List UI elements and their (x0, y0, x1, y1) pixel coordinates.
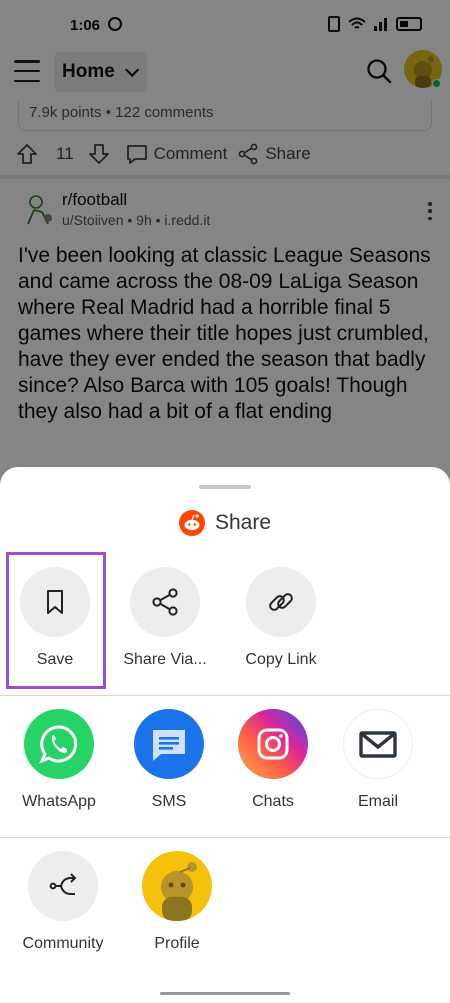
whatsapp-icon (39, 725, 78, 764)
community-circle[interactable] (28, 851, 98, 921)
sms-circle[interactable] (134, 709, 204, 779)
share-via-button[interactable]: Share Via... (110, 559, 220, 669)
instagram-icon (257, 728, 289, 760)
share-sheet: Share Save Share Via... Copy Link WhatsA… (0, 467, 450, 1003)
home-indicator[interactable] (160, 992, 290, 995)
profile-avatar-icon (161, 862, 197, 921)
whatsapp-button[interactable]: WhatsApp (4, 701, 114, 811)
whatsapp-circle[interactable] (24, 709, 94, 779)
community-button[interactable]: Community (8, 843, 118, 953)
copy-link-button[interactable]: Copy Link (226, 559, 336, 669)
crosspost-icon (49, 873, 77, 895)
instagram-circle[interactable] (238, 709, 308, 779)
email-button[interactable]: Email (323, 701, 433, 811)
share-via-label: Share Via... (123, 651, 207, 668)
sms-icon (153, 730, 185, 761)
email-label: Email (357, 793, 398, 810)
link-icon (269, 593, 293, 611)
reddit-logo-icon (178, 510, 205, 536)
share-via-circle[interactable] (130, 567, 200, 637)
row-divider (0, 695, 450, 696)
share-sheet-header: Share (0, 508, 450, 538)
email-circle[interactable] (343, 709, 413, 779)
save-highlight-box (6, 552, 106, 689)
copy-link-circle[interactable] (246, 567, 316, 637)
drag-handle[interactable] (199, 485, 251, 489)
sms-button[interactable]: SMS (114, 701, 224, 811)
community-label: Community (22, 935, 104, 952)
share-icon (152, 588, 178, 616)
email-icon (359, 731, 397, 758)
profile-circle[interactable] (142, 851, 212, 921)
share-sheet-title: Share (214, 511, 272, 534)
row-divider (0, 837, 450, 838)
chats-label: Chats (252, 793, 294, 810)
sms-label: SMS (151, 793, 187, 810)
profile-label: Profile (154, 935, 200, 952)
whatsapp-label: WhatsApp (22, 793, 96, 810)
instagram-chats-button[interactable]: Chats (218, 701, 328, 811)
profile-button[interactable]: Profile (122, 843, 232, 953)
copy-link-label: Copy Link (245, 651, 317, 668)
